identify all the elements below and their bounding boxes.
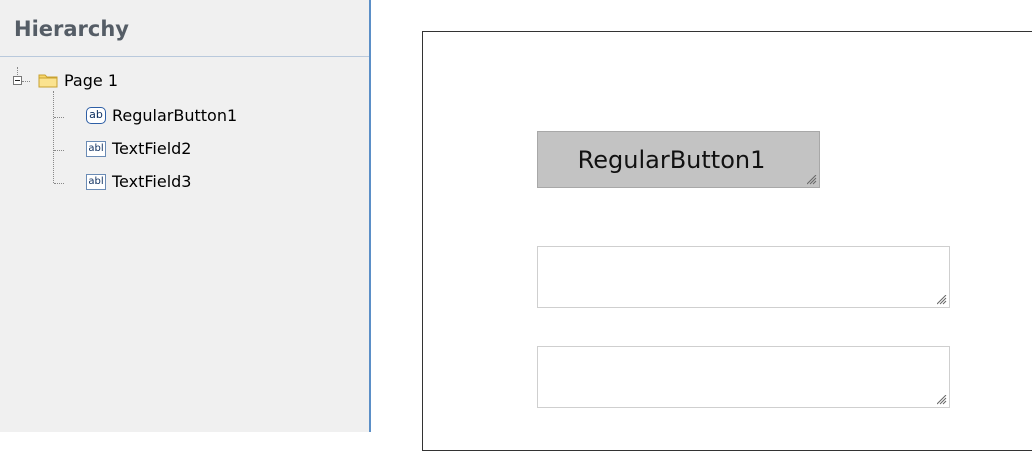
tree-item-textfield2[interactable]: TextField2: [112, 139, 191, 158]
tree-item-textfield3[interactable]: TextField3: [112, 172, 191, 191]
resize-grip-icon[interactable]: [807, 175, 817, 185]
tree-guide-line: [54, 117, 64, 118]
tree-item-regularbutton1[interactable]: RegularButton1: [112, 106, 237, 125]
button-ab-icon: ab: [86, 107, 106, 124]
text-field-2[interactable]: [537, 246, 950, 308]
tree-guide-line: [54, 183, 64, 184]
tree-guide-line: [22, 81, 30, 82]
regular-button-label: RegularButton1: [577, 145, 766, 174]
hierarchy-title: Hierarchy: [0, 0, 369, 57]
text-field-3[interactable]: [537, 346, 950, 408]
collapse-toggle-icon[interactable]: [13, 76, 22, 85]
tree-guide-line: [54, 150, 64, 151]
tree-item-page-1[interactable]: Page 1: [64, 71, 118, 90]
hierarchy-panel: Hierarchy Page 1 ab RegularButton1 abl T…: [0, 0, 371, 432]
regular-button-1[interactable]: RegularButton1: [537, 131, 820, 188]
folder-icon: [38, 74, 58, 88]
resize-grip-icon[interactable]: [937, 395, 947, 405]
textfield-abl-icon: abl: [86, 174, 106, 190]
textfield-abl-icon: abl: [86, 141, 106, 157]
resize-grip-icon[interactable]: [937, 295, 947, 305]
tree-guide-line: [53, 91, 54, 183]
